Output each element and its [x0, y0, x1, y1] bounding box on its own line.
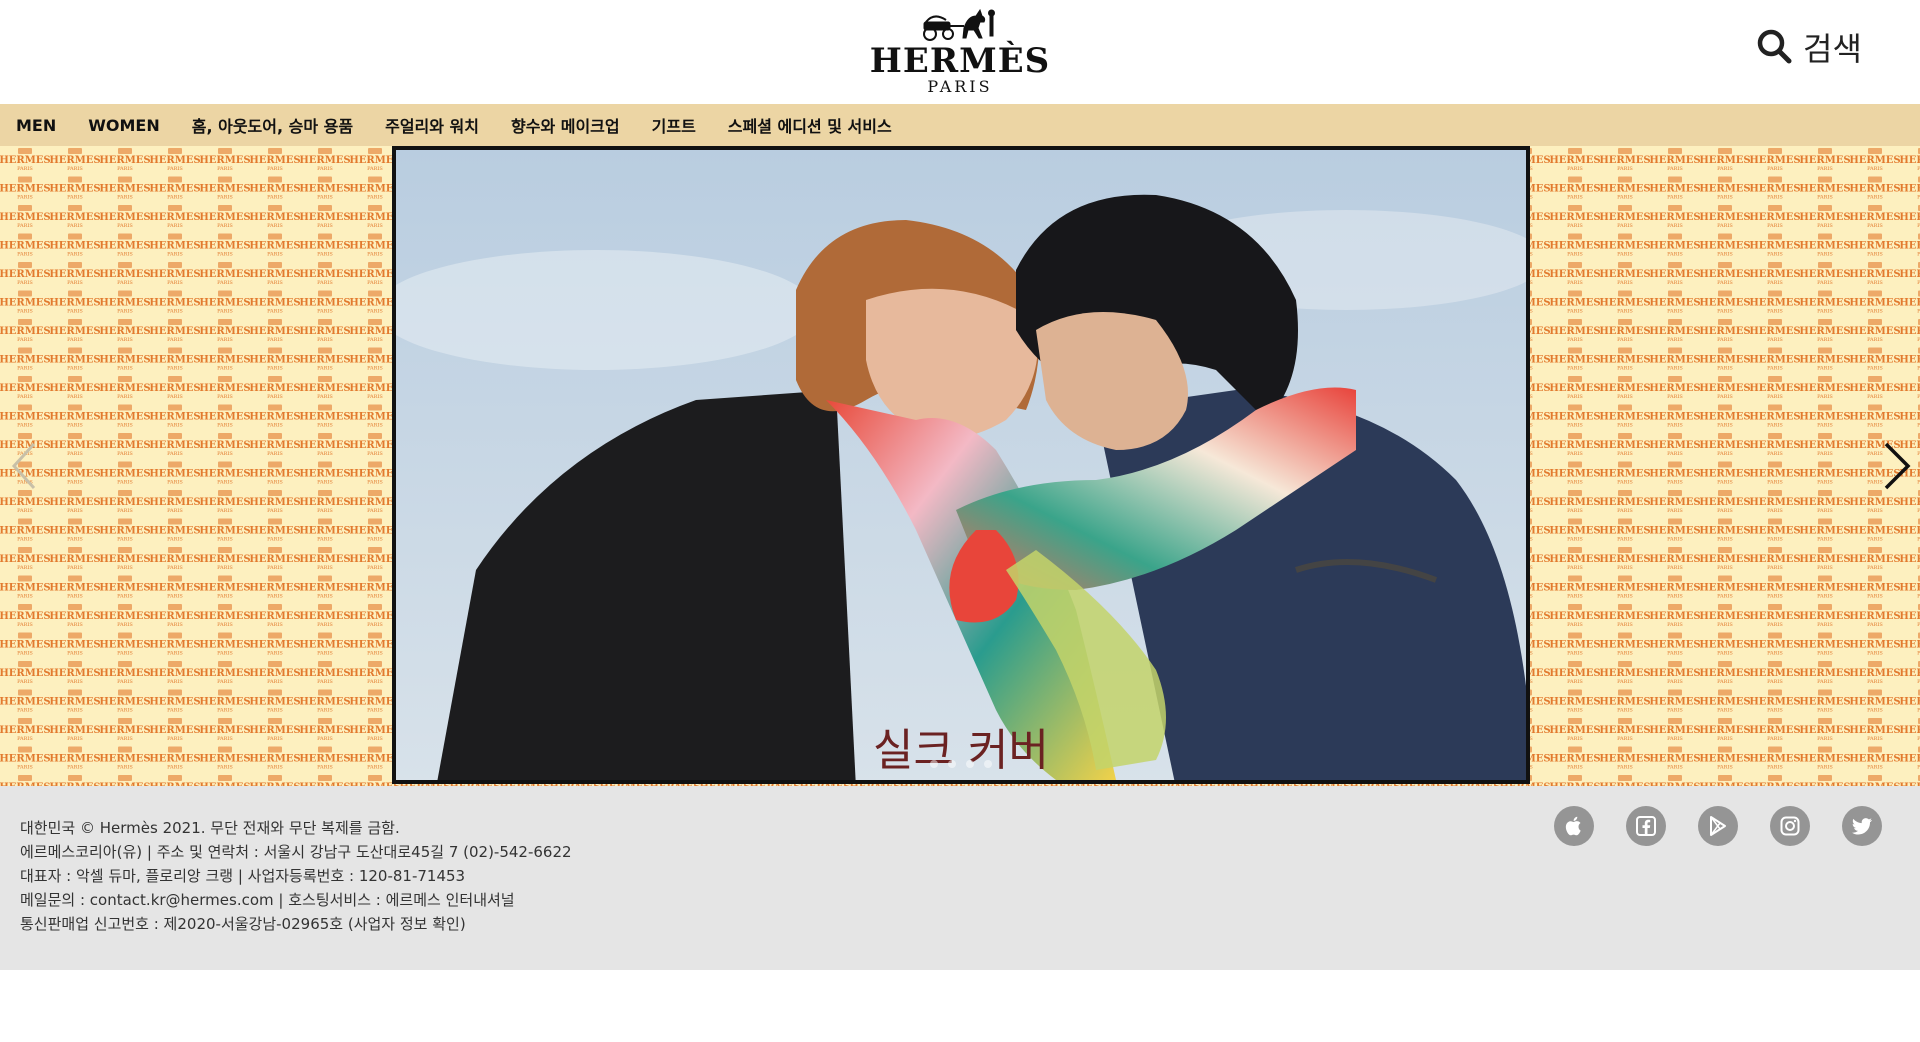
contact-email-text[interactable]: 메일문의 : contact.kr@hermes.com | 호스팅서비스 : …	[20, 888, 572, 912]
nav-item-home-outdoor-equestrian[interactable]: 홈, 아웃도어, 승마 용품	[192, 113, 353, 137]
site-footer: 대한민국 © Hermès 2021. 무단 전재와 무단 복제를 금함. 에르…	[0, 786, 1920, 970]
business-registration-text[interactable]: 통신판매업 신고번호 : 제2020-서울강남-02965호 (사업자 정보 확…	[20, 912, 572, 936]
logo-wordmark: HERMÈS	[869, 41, 1051, 81]
representative-text: 대표자 : 악셀 듀마, 플로리앙 크랭 | 사업자등록번호 : 120-81-…	[20, 867, 466, 885]
nav-item-jewelry-watches[interactable]: 주얼리와 워치	[385, 113, 479, 137]
facebook-link[interactable]	[1626, 806, 1666, 846]
chevron-right-icon[interactable]	[1876, 438, 1916, 494]
carousel-dot[interactable]	[966, 760, 974, 768]
site-header: HERMÈS PARIS 검색	[0, 0, 1920, 104]
twitter-link[interactable]	[1842, 806, 1882, 846]
facebook-icon	[1636, 816, 1656, 836]
carousel-dot[interactable]	[930, 760, 938, 768]
social-links	[1554, 806, 1882, 846]
carriage-horse-icon	[923, 8, 995, 41]
apple-app-link[interactable]	[1554, 806, 1594, 846]
hero-slide[interactable]: 실크 커버	[392, 146, 1530, 784]
copyright-text: 대한민국 © Hermès 2021. 무단 전재와 무단 복제를 금함.	[20, 819, 400, 837]
carousel-dots	[396, 760, 1526, 768]
instagram-link[interactable]	[1770, 806, 1810, 846]
slide-caption: 실크 커버	[873, 725, 1049, 776]
nav-item-gifts[interactable]: 기프트	[652, 113, 696, 137]
chevron-left-icon[interactable]	[6, 438, 46, 494]
search-label: 검색	[1803, 30, 1862, 68]
address-text: 에르메스코리아(유) | 주소 및 연락처 : 서울시 강남구 도산대로45길 …	[20, 843, 572, 861]
hermes-logo[interactable]: HERMÈS PARIS	[870, 6, 1049, 98]
google-play-icon	[1710, 816, 1726, 836]
main-nav: MEN WOMEN 홈, 아웃도어, 승마 용품 주얼리와 워치 향수와 메이크…	[0, 104, 1920, 146]
nav-item-men[interactable]: MEN	[16, 116, 56, 135]
hero-photo	[396, 150, 1526, 780]
carousel-dot[interactable]	[948, 760, 956, 768]
nav-item-women[interactable]: WOMEN	[88, 116, 160, 135]
search-icon	[1757, 29, 1792, 64]
twitter-icon	[1852, 818, 1872, 835]
search-button[interactable]: 검색	[1755, 24, 1862, 70]
hero-carousel: HERMES PARIS	[0, 146, 1920, 786]
carousel-dot[interactable]	[984, 760, 992, 768]
nav-item-fragrance-makeup[interactable]: 향수와 메이크업	[511, 113, 620, 137]
instagram-icon	[1780, 816, 1800, 836]
google-play-link[interactable]	[1698, 806, 1738, 846]
nav-item-special-editions-services[interactable]: 스페셜 에디션 및 서비스	[728, 113, 892, 137]
company-info: 대한민국 © Hermès 2021. 무단 전재와 무단 복제를 금함. 에르…	[20, 816, 572, 936]
apple-icon	[1565, 816, 1581, 836]
logo-subtitle: PARIS	[927, 77, 993, 96]
